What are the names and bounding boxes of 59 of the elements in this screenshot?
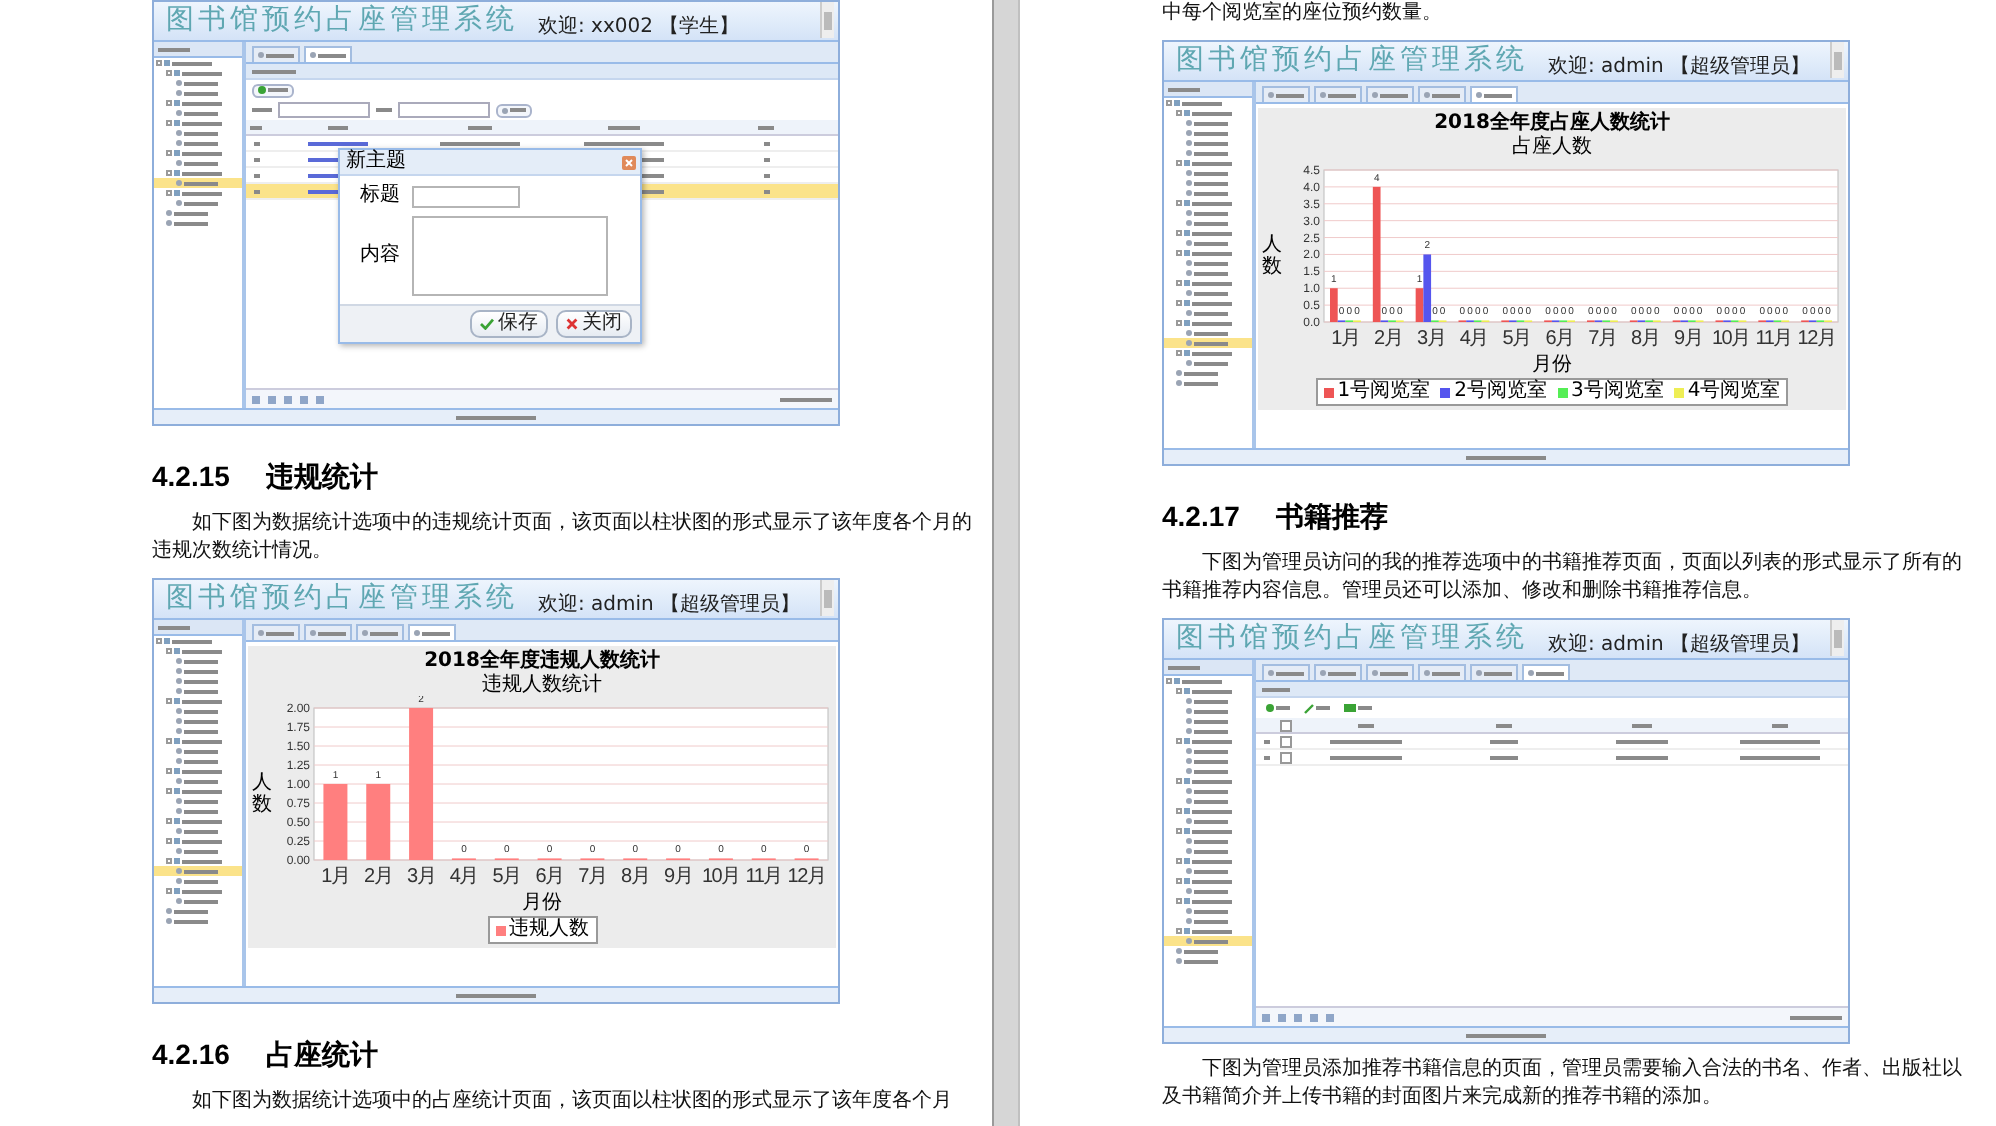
axis-title: 人数 — [1262, 234, 1282, 278]
dialog-title: 新主题 — [346, 150, 406, 174]
legend-label: 4号阅览室 — [1687, 380, 1781, 404]
welcome-text: 欢迎: admin 【超级管理员】 — [1548, 634, 1811, 656]
welcome-text: 欢迎: admin 【超级管理员】 — [538, 594, 801, 616]
legend-label: 违规人数 — [509, 918, 589, 942]
axis-label: 4月 — [449, 866, 479, 888]
section-title: 占座统计 — [265, 1036, 378, 1072]
axis-label: 12月 — [1797, 328, 1836, 350]
axis-label: 2月 — [364, 866, 393, 888]
axis-label: 1月 — [1331, 328, 1360, 350]
axis-label: 5月 — [1502, 328, 1531, 350]
app-title: 图书馆预约占座管理系统 — [166, 4, 518, 38]
axis-title: 月份 — [520, 892, 564, 914]
axis-label: 3月 — [406, 866, 436, 888]
welcome-text: 欢迎: admin 【超级管理员】 — [1548, 56, 1811, 78]
field-label: 标题 — [358, 184, 400, 208]
axis-label: 10月 — [1711, 328, 1750, 350]
chart-title: 2018全年度占座人数统计 — [1432, 112, 1672, 135]
paragraph: 如下图为数据统计选项中的违规统计页面，该页面以柱状图的形式显示了该年度各个月的违规次数统计情况。 — [152, 510, 974, 566]
axis-label: 9月 — [663, 866, 693, 888]
legend-label: 3号阅览室 — [1571, 380, 1664, 404]
section-number: 4.2.15 — [152, 458, 230, 494]
chart-title: 2018全年度违规人数统计 — [422, 650, 662, 673]
section-number: 4.2.16 — [152, 1036, 230, 1072]
axis-label: 5月 — [492, 866, 521, 888]
paragraph: 中每个阅览室的座位预约数量。 — [1162, 0, 1444, 28]
app-title: 图书馆预约占座管理系统 — [1176, 44, 1528, 78]
section-number: 4.2.17 — [1162, 498, 1240, 534]
axis-label: 4月 — [1459, 328, 1489, 350]
axis-label: 2月 — [1374, 328, 1403, 350]
field-label: 内容 — [358, 244, 400, 268]
paragraph: 下图为管理员添加推荐书籍信息的页面，管理员需要输入合法的书名、作者、出版社以及书籍简介并上传书籍的封面图片来完成新的推荐书籍的添加。 — [1162, 1056, 1964, 1112]
axis-label: 6月 — [535, 866, 564, 888]
axis-label: 9月 — [1673, 328, 1703, 350]
chart-subtitle: 违规人数统计 — [480, 674, 604, 696]
paragraph: 下图为管理员访问的我的推荐选项中的书籍推荐页面，页面以列表的形式显示了所有的书籍推荐内容信息。管理员还可以添加、修改和删除书籍推荐信息。 — [1162, 550, 1964, 606]
axis-label: 6月 — [1545, 328, 1574, 350]
axis-label: 11月 — [745, 866, 783, 888]
legend-label: 1号阅览室 — [1337, 380, 1431, 404]
axis-label: 1月 — [321, 866, 350, 888]
app-title: 图书馆预约占座管理系统 — [1176, 622, 1528, 656]
legend-label: 2号阅览室 — [1454, 380, 1547, 404]
section-title: 违规统计 — [265, 458, 378, 494]
app-title: 图书馆预约占座管理系统 — [166, 582, 518, 616]
axis-label: 10月 — [701, 866, 740, 888]
axis-label: 8月 — [1631, 328, 1660, 350]
axis-label: 7月 — [1588, 328, 1617, 350]
section-title: 书籍推荐 — [1275, 498, 1388, 534]
axis-label: 7月 — [578, 866, 607, 888]
axis-label: 12月 — [787, 866, 826, 888]
axis-label: 8月 — [621, 866, 650, 888]
paragraph: 如下图为数据统计选项中的占座统计页面，该页面以柱状图的形式显示了该年度各个月 — [190, 1088, 954, 1116]
axis-label: 3月 — [1416, 328, 1446, 350]
welcome-text: 欢迎: xx002 【学生】 — [538, 16, 740, 38]
axis-label: 11月 — [1755, 328, 1793, 350]
axis-title: 月份 — [1530, 354, 1574, 376]
chart-subtitle: 占座人数 — [1510, 136, 1594, 158]
axis-title: 人数 — [252, 772, 272, 816]
